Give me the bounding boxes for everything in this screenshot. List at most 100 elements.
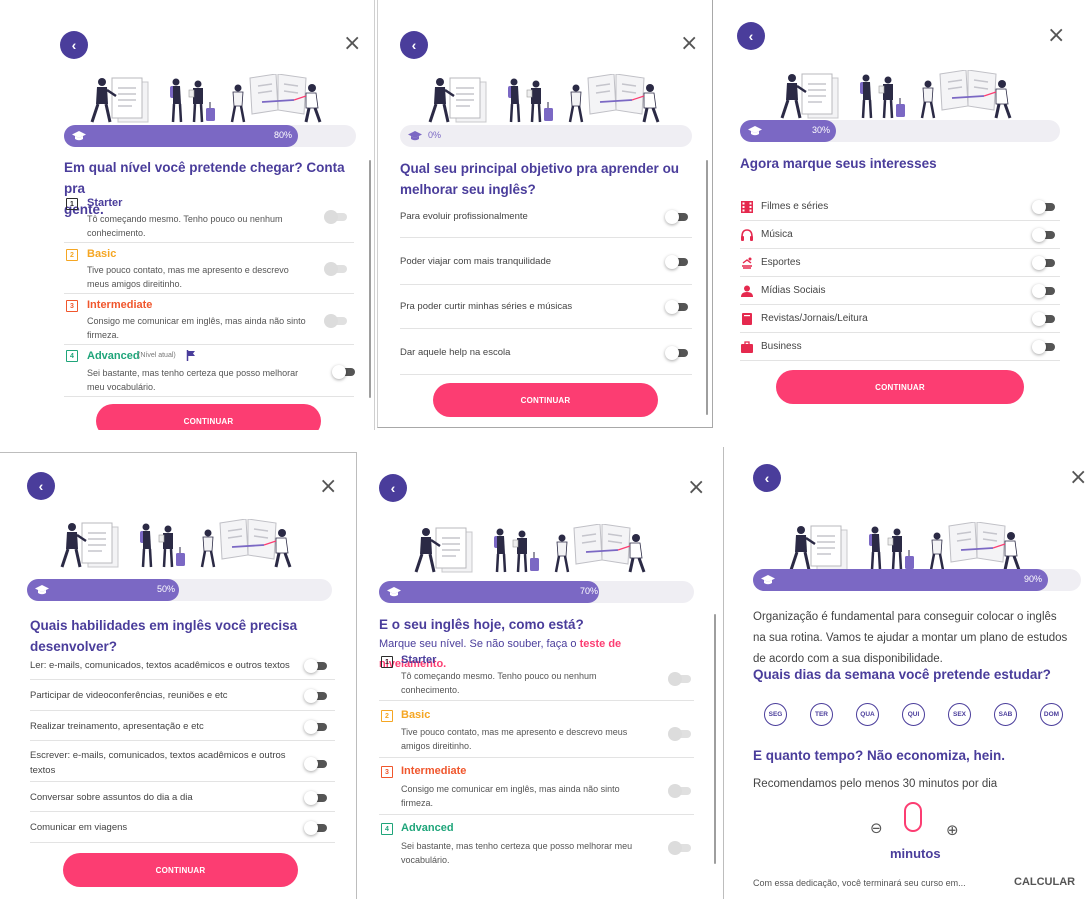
sports-icon [742,257,752,269]
progress-fill [64,125,298,147]
back-button[interactable]: ‹ [400,31,428,59]
continue-button[interactable]: CONTINUAR [433,383,658,417]
toggle-advanced[interactable] [668,841,691,855]
toggle-intermediate[interactable] [668,784,691,798]
toggle-starter[interactable] [668,672,691,686]
toggle-basic[interactable] [324,262,347,276]
progress-percent: 90% [1024,574,1043,584]
toggle-interest-social[interactable] [1032,284,1055,298]
toggle-skill-conversation[interactable] [304,791,327,805]
goal-option: Pra poder curtir minhas séries e músicas [400,301,573,312]
divider [740,220,1060,221]
level-name-basic: Basic [401,709,431,721]
toggle-interest-movies[interactable] [1032,200,1055,214]
scrollbar[interactable] [706,160,708,415]
toggle-interest-sports[interactable] [1032,256,1055,270]
progress-percent: 50% [157,584,176,594]
calculate-button[interactable]: CALCULAR [1014,876,1075,888]
progress-percent: 0% [428,130,442,140]
page-title: Em qual nível você pretende chegar? Cont… [64,160,345,217]
recommendation-text: Recomendamos pelo menos 30 minutos por d… [753,778,998,790]
toggle-advanced[interactable] [332,365,355,379]
person-icon [741,285,753,297]
level-desc-starter: Tô começando mesmo. Tenho pouco ou nenhu… [401,671,597,695]
close-button[interactable]: × [343,33,361,55]
page-title: Agora marque seus interesses [740,156,937,171]
divider [740,248,1060,249]
day-wed-button[interactable]: QUA [856,703,879,726]
scrollbar[interactable] [369,160,371,398]
day-mon-button[interactable]: SEG [764,703,787,726]
book-icon [742,313,752,325]
day-sat-button[interactable]: SAB [994,703,1017,726]
decrease-minutes-button[interactable]: ⊖ [870,819,883,837]
close-button[interactable]: × [319,476,337,498]
continue-button[interactable]: CONTINUAR [96,404,321,430]
toggle-interest-music[interactable] [1032,228,1055,242]
toggle-skill-training[interactable] [304,720,327,734]
day-sun-button[interactable]: DOM [1040,703,1063,726]
intro-text: Organização é fundamental para conseguir… [753,611,1068,665]
close-button[interactable]: × [1047,25,1065,47]
toggle-skill-write[interactable] [304,757,327,771]
interest-label: Revistas/Jornais/Leitura [761,313,868,324]
level-name-basic: Basic [87,248,117,260]
divider [64,344,354,345]
toggle-skill-read[interactable] [304,659,327,673]
toggle-interest-business[interactable] [1032,340,1055,354]
level-desc-intermediate: Consigo me comunicar em inglês, mas aind… [401,784,620,808]
level-name-intermediate: Intermediate [401,765,467,777]
minutes-input[interactable] [904,802,922,832]
divider [64,242,354,243]
progress-bar: 80% [64,125,356,147]
level-4-icon: 4 [66,350,78,362]
page-title: Quais habilidades em inglês você precisa… [30,618,298,654]
divider [64,293,354,294]
level-1-icon: 1 [66,198,78,210]
toggle-intermediate[interactable] [324,314,347,328]
progress-bar: 0% [400,125,692,147]
scrollbar[interactable] [714,614,716,864]
increase-minutes-button[interactable]: ⊕ [946,821,959,839]
toggle-skill-videoconf[interactable] [304,689,327,703]
page-title: Qual seu principal objetivo pra aprender… [400,161,680,197]
placement-test-link[interactable]: teste de [580,638,622,650]
close-button[interactable]: × [687,477,705,499]
day-fri-button[interactable]: SEX [948,703,971,726]
day-tue-button[interactable]: TER [810,703,833,726]
day-thu-button[interactable]: QUI [902,703,925,726]
level-3-icon: 3 [381,766,393,778]
finish-estimate-text: Com essa dedicação, você terminará seu c… [753,878,966,888]
toggle-interest-reading[interactable] [1032,312,1055,326]
toggle-goal-travel[interactable] [665,255,688,269]
chevron-left-icon: ‹ [38,478,44,494]
graduation-cap-icon [72,131,86,141]
days-title: Quais dias da semana você pretende estud… [753,667,1051,682]
level-desc-starter: Tô começando mesmo. Tenho pouco ou nenhu… [87,214,283,238]
continue-button[interactable]: CONTINUAR [776,370,1024,404]
skill-option: Conversar sobre assuntos do dia a dia [30,792,193,803]
back-button[interactable]: ‹ [737,22,765,50]
back-button[interactable]: ‹ [27,472,55,500]
back-button[interactable]: ‹ [753,464,781,492]
time-title: E quanto tempo? Não economiza, hein. [753,748,1006,763]
graduation-cap-icon [387,587,401,597]
back-button[interactable]: ‹ [60,31,88,59]
toggle-basic[interactable] [668,727,691,741]
toggle-goal-school[interactable] [665,346,688,360]
interest-label: Música [761,229,793,240]
level-desc-advanced: Sei bastante, mas tenho certeza que poss… [401,841,633,865]
film-icon [741,201,753,213]
progress-fill [379,581,599,603]
toggle-goal-professional[interactable] [665,210,688,224]
back-button[interactable]: ‹ [379,474,407,502]
divider [740,276,1060,277]
continue-button[interactable]: CONTINUAR [63,853,298,887]
toggle-goal-series[interactable] [665,300,688,314]
minutes-label: minutos [890,846,941,861]
divider [400,237,692,238]
toggle-starter[interactable] [324,210,347,224]
toggle-skill-travel[interactable] [304,821,327,835]
close-button[interactable]: × [1069,467,1087,489]
close-button[interactable]: × [680,33,698,55]
